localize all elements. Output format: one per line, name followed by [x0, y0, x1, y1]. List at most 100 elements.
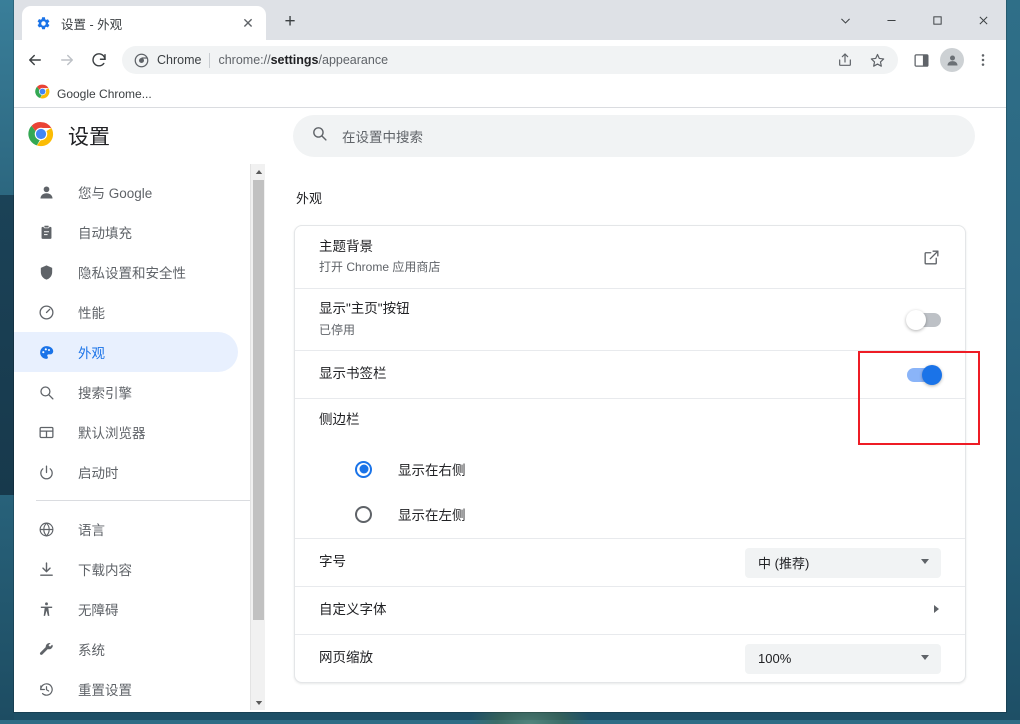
row-theme-text: 主题背景 打开 Chrome 应用商店: [319, 237, 922, 277]
omnibox-divider: [209, 53, 210, 68]
row-home-button[interactable]: 显示"主页"按钮 已停用: [295, 288, 965, 350]
page-zoom-select[interactable]: 100%: [745, 644, 941, 674]
sidebar-item-label: 搜索引擎: [78, 382, 132, 402]
sidebar-item-search-engine[interactable]: 搜索引擎: [14, 372, 238, 412]
row-label: 显示"主页"按钮: [319, 299, 907, 319]
sidebar-item-reset-settings[interactable]: 重置设置: [14, 669, 238, 709]
radio-selected-icon[interactable]: [355, 461, 372, 478]
minimize-icon[interactable]: [868, 0, 914, 40]
sidebar-item-label: 启动时: [78, 462, 119, 482]
browser-window: 设置 - 外观 ✕ +: [14, 0, 1006, 712]
accessibility-icon: [36, 599, 56, 619]
omnibox-actions: [830, 45, 892, 75]
url-suffix: /appearance: [319, 53, 389, 67]
bookmarks-bar-toggle[interactable]: [907, 368, 941, 382]
radio-unselected-icon[interactable]: [355, 506, 372, 523]
sidebar-item-default-browser[interactable]: 默认浏览器: [14, 412, 238, 452]
sidebar-item-label: 自动填充: [78, 222, 132, 242]
toggle-knob: [906, 310, 926, 330]
row-label: 字号: [319, 552, 745, 572]
shield-icon: [36, 262, 56, 282]
reload-icon[interactable]: [84, 45, 114, 75]
maximize-icon[interactable]: [914, 0, 960, 40]
row-sublabel: 打开 Chrome 应用商店: [319, 258, 922, 277]
bookmark-label: Google Chrome...: [57, 87, 152, 101]
bookmark-item[interactable]: Google Chrome...: [28, 81, 159, 107]
chrome-page-icon: [133, 52, 149, 68]
chrome-icon: [35, 84, 50, 104]
close-window-icon[interactable]: [960, 0, 1006, 40]
row-font-size[interactable]: 字号 中 (推荐): [295, 538, 965, 586]
url-bold-part: settings: [271, 53, 319, 67]
browser-menu-icon[interactable]: [968, 45, 998, 75]
row-bookmarks-bar[interactable]: 显示书签栏: [295, 350, 965, 398]
row-page-zoom-control: 100%: [745, 644, 941, 674]
sidebar-item-autofill[interactable]: 自动填充: [14, 212, 238, 252]
sidebar-divider: [36, 500, 250, 501]
home-button-toggle[interactable]: [907, 313, 941, 327]
sidebar-item-on-startup[interactable]: 启动时: [14, 452, 238, 492]
sidebar-item-label: 隐私设置和安全性: [78, 262, 186, 282]
radio-label: 显示在右侧: [398, 459, 466, 479]
new-tab-button[interactable]: +: [276, 8, 304, 36]
settings-sidebar: 您与 Google 自动填充 隐私设置和安全性 性能: [14, 164, 250, 710]
sidebar-item-appearance[interactable]: 外观: [14, 332, 238, 372]
sidebar-item-you-and-google[interactable]: 您与 Google: [14, 172, 238, 212]
sidebar-item-label: 语言: [78, 519, 105, 539]
share-icon[interactable]: [830, 45, 860, 75]
avatar[interactable]: [937, 45, 967, 75]
omnibox-url: chrome://settings/appearance: [218, 53, 388, 67]
omnibox-scheme-label: Chrome: [157, 53, 201, 67]
window-controls: [822, 0, 1006, 40]
font-size-select[interactable]: 中 (推荐): [745, 548, 941, 578]
section-title: 外观: [296, 188, 966, 207]
row-home-button-text: 显示"主页"按钮 已停用: [319, 299, 907, 339]
row-custom-fonts-text: 自定义字体: [319, 600, 931, 620]
back-icon[interactable]: [20, 45, 50, 75]
browser-toolbar: Chrome chrome://settings/appearance: [14, 40, 1006, 80]
search-placeholder: 在设置中搜索: [342, 126, 423, 146]
sidebar-item-label: 性能: [78, 302, 105, 322]
row-font-size-control: 中 (推荐): [745, 548, 941, 578]
wallpaper-shadow: [0, 195, 14, 495]
sidebar-item-label: 系统: [78, 639, 105, 659]
row-theme-control: [922, 248, 941, 267]
sidebar-item-accessibility[interactable]: 无障碍: [14, 589, 238, 629]
sidebar-item-label: 下载内容: [78, 559, 132, 579]
tab-title: 设置 - 外观: [61, 14, 228, 33]
row-label: 显示书签栏: [319, 364, 907, 384]
sidebar-item-performance[interactable]: 性能: [14, 292, 238, 332]
sidebar-item-downloads[interactable]: 下载内容: [14, 549, 238, 589]
chevron-down-icon[interactable]: [822, 0, 868, 40]
row-custom-fonts[interactable]: 自定义字体: [295, 586, 965, 634]
forward-icon[interactable]: [52, 45, 82, 75]
external-link-icon[interactable]: [922, 248, 941, 267]
sidebar-item-privacy[interactable]: 隐私设置和安全性: [14, 252, 238, 292]
row-side-panel-heading: 侧边栏: [295, 398, 965, 442]
close-tab-icon[interactable]: ✕: [238, 13, 258, 33]
sidebar-item-label: 重置设置: [78, 679, 132, 699]
radio-option-left[interactable]: 显示在左侧: [295, 490, 965, 538]
search-icon: [311, 125, 328, 147]
row-label: 自定义字体: [319, 600, 931, 620]
side-panel-icon[interactable]: [906, 45, 936, 75]
row-custom-fonts-control: [931, 603, 941, 618]
row-theme[interactable]: 主题背景 打开 Chrome 应用商店: [295, 226, 965, 288]
radio-label: 显示在左侧: [398, 504, 466, 524]
search-input[interactable]: 在设置中搜索: [293, 115, 975, 157]
sidebar-item-languages[interactable]: 语言: [14, 509, 238, 549]
row-page-zoom[interactable]: 网页缩放 100%: [295, 634, 965, 682]
speedometer-icon: [36, 302, 56, 322]
person-icon: [36, 182, 56, 202]
chrome-logo-icon: [28, 121, 54, 152]
browser-tab-settings[interactable]: 设置 - 外观 ✕: [22, 6, 266, 40]
sidebar-item-system[interactable]: 系统: [14, 629, 238, 669]
star-icon[interactable]: [862, 45, 892, 75]
address-bar[interactable]: Chrome chrome://settings/appearance: [122, 46, 898, 74]
bookmarks-bar: Google Chrome...: [14, 80, 1006, 108]
chevron-right-icon[interactable]: [931, 603, 941, 618]
chevron-down-icon: [920, 556, 930, 569]
radio-option-right[interactable]: 显示在右侧: [295, 442, 965, 490]
settings-brand: 设置: [28, 121, 238, 152]
settings-body: 您与 Google 自动填充 隐私设置和安全性 性能: [14, 164, 1006, 710]
